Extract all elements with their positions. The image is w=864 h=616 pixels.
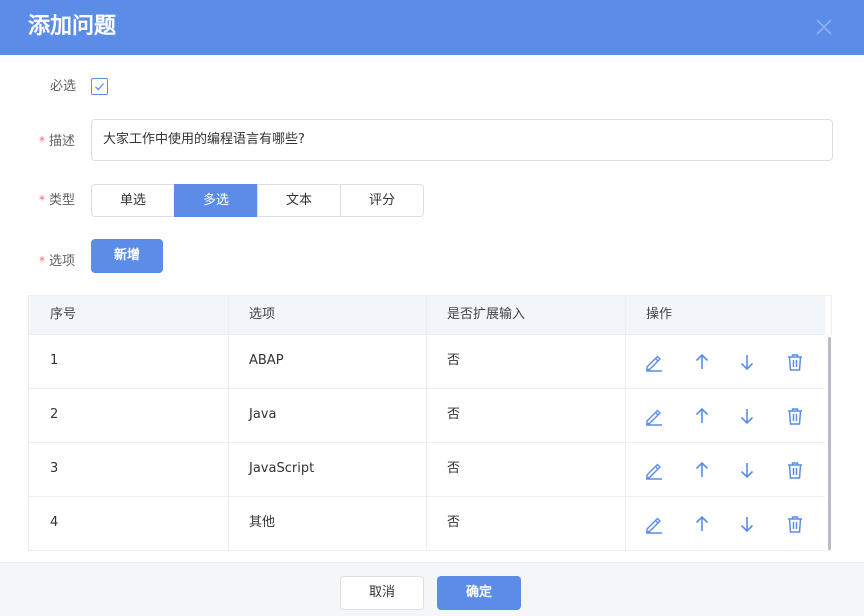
description-input[interactable]: 大家工作中使用的编程语言有哪些? (91, 119, 833, 161)
dialog-header: 添加问题 (0, 0, 864, 55)
options-table: 序号 选项 是否扩展输入 操作 1 ABAP 否 2 Java 否 3 Java… (28, 295, 832, 551)
arrow-up-icon[interactable] (692, 406, 712, 426)
row-index: 1 (50, 353, 59, 368)
options-label: 选项 (49, 254, 76, 269)
th-actions: 操作 (646, 307, 673, 322)
type-option-rating[interactable]: 评分 (340, 184, 424, 217)
trash-icon[interactable] (785, 514, 805, 534)
row-extend: 否 (447, 353, 461, 368)
type-label-wrap: * 类型 (39, 190, 75, 211)
required-mark: * (39, 134, 45, 148)
arrow-down-icon[interactable] (737, 514, 757, 534)
th-index: 序号 (50, 307, 77, 322)
required-mark: * (39, 193, 45, 207)
arrow-down-icon[interactable] (737, 352, 757, 372)
dialog-footer: 取消 确定 (0, 562, 864, 616)
check-icon (95, 83, 104, 91)
row-option: Java (249, 407, 277, 422)
arrow-up-icon[interactable] (692, 352, 712, 372)
row-extend: 否 (447, 515, 461, 530)
row-option: ABAP (249, 353, 284, 368)
trash-icon[interactable] (785, 406, 805, 426)
confirm-button[interactable]: 确定 (437, 576, 521, 610)
arrow-down-icon[interactable] (737, 406, 757, 426)
add-option-button[interactable]: 新增 (91, 239, 163, 273)
type-option-multi[interactable]: 多选 (174, 184, 258, 217)
close-icon[interactable] (814, 17, 834, 37)
desc-label-wrap: * 描述 (39, 131, 75, 152)
type-option-text[interactable]: 文本 (257, 184, 341, 217)
cancel-button[interactable]: 取消 (340, 576, 424, 610)
trash-icon[interactable] (785, 352, 805, 372)
type-segmented-control: 单选 多选 文本 评分 (91, 184, 424, 217)
row-option: JavaScript (249, 461, 315, 476)
required-label: 必选 (50, 79, 77, 94)
row-index: 4 (50, 515, 59, 530)
type-option-single[interactable]: 单选 (91, 184, 175, 217)
row-extend: 否 (447, 461, 461, 476)
add-question-dialog: 添加问题 必选 * 描述 大家工作中使用的编程语言有哪些? * 类型 单选 多选 文… (0, 0, 864, 616)
table-row: 3 JavaScript 否 (29, 443, 825, 497)
arrow-up-icon[interactable] (692, 460, 712, 480)
row-index: 3 (50, 461, 59, 476)
row-index: 2 (50, 407, 59, 422)
table-header: 序号 选项 是否扩展输入 操作 (29, 296, 825, 335)
th-extend: 是否扩展输入 (447, 307, 526, 322)
row-extend: 否 (447, 407, 461, 422)
options-label-wrap: * 选项 (39, 251, 75, 272)
arrow-down-icon[interactable] (737, 460, 757, 480)
required-mark: * (39, 254, 45, 268)
table-row: 1 ABAP 否 (29, 335, 825, 389)
required-checkbox[interactable] (91, 78, 108, 95)
trash-icon[interactable] (785, 460, 805, 480)
table-scrollbar-thumb[interactable] (828, 337, 831, 550)
dialog-title: 添加问题 (28, 14, 117, 39)
table-row: 2 Java 否 (29, 389, 825, 443)
edit-icon[interactable] (644, 460, 664, 480)
row-option: 其他 (249, 515, 276, 530)
desc-label: 描述 (49, 134, 76, 149)
type-label: 类型 (49, 193, 76, 208)
table-row: 4 其他 否 (29, 497, 825, 551)
edit-icon[interactable] (644, 352, 664, 372)
arrow-up-icon[interactable] (692, 514, 712, 534)
edit-icon[interactable] (644, 514, 664, 534)
edit-icon[interactable] (644, 406, 664, 426)
th-option: 选项 (249, 307, 276, 322)
